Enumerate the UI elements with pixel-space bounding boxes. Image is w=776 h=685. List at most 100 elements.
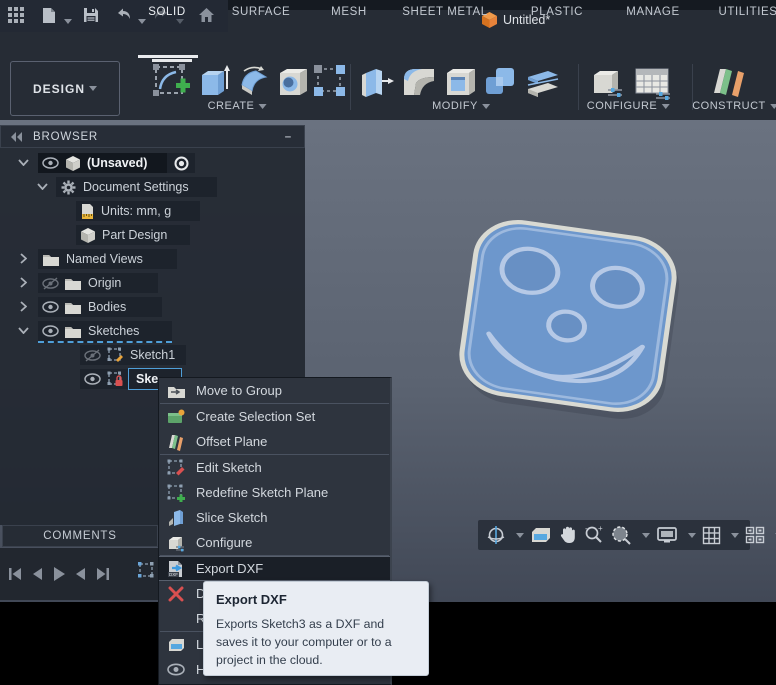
redefine-sketch-plane-icon [166,483,186,503]
look-at-screen-icon [166,635,186,655]
activate-component-radio[interactable] [167,153,195,173]
construct-plane-button[interactable] [708,63,748,101]
split-body-button[interactable] [522,63,562,101]
menu-item-export-dxf[interactable]: DXF Export DXF [159,556,390,581]
grid-settings-icon[interactable] [702,526,721,545]
menu-item-configure[interactable]: Configure [159,530,390,555]
tab-plastic[interactable]: PLASTIC [531,6,583,18]
bodies-label[interactable]: Bodies [81,300,133,314]
tree-row-part-design[interactable]: Part Design [0,224,305,248]
home-icon[interactable] [198,7,215,23]
file-menu-icon[interactable] [42,7,56,24]
tab-surface[interactable]: SURFACE [232,6,291,18]
create-sketch-button[interactable] [152,63,192,101]
configuration-table-button[interactable] [632,63,672,101]
construct-group-label[interactable]: CONSTRUCT [692,100,776,112]
fillet-button[interactable] [400,63,440,101]
visibility-off-eye-icon[interactable] [42,276,59,290]
fusion-window: Untitled* SOLID SURFACE MESH SHEET METAL… [0,0,776,685]
look-at-icon[interactable] [530,526,552,544]
named-views-label[interactable]: Named Views [59,252,150,266]
tree-row-sketches[interactable]: Sketches [0,320,305,344]
step-forward-icon[interactable] [75,567,87,581]
shell-button[interactable] [442,63,480,101]
tree-row-units[interactable]: Units: mm, g [0,200,305,224]
tab-utilities[interactable]: UTILITIES [718,6,776,18]
configure-group-label[interactable]: CONFIGURE [587,100,670,112]
timeline-sketch-feature-icon[interactable] [136,560,156,582]
press-pull-button[interactable] [358,63,396,101]
zoom-icon[interactable]: + - [584,525,604,545]
tab-manage[interactable]: MANAGE [626,6,679,18]
visibility-eye-icon[interactable] [84,373,101,385]
visibility-eye-icon[interactable] [42,301,59,313]
sketch1-label[interactable]: Sketch1 [123,348,182,362]
units-label[interactable]: Units: mm, g [94,204,178,218]
tree-row-sketch1[interactable]: Sketch1 [0,344,305,368]
file-menu-caret[interactable] [60,13,72,31]
chevron-right-icon[interactable] [19,277,27,288]
orbit-caret[interactable] [516,532,524,538]
browser-minimize-button[interactable]: – [285,131,292,143]
menu-item-create-selection-set[interactable]: Create Selection Set [159,404,390,429]
chevron-right-icon[interactable] [19,301,27,312]
browser-collapse-icon[interactable] [11,131,23,142]
part-design-label[interactable]: Part Design [95,228,174,242]
sketches-label[interactable]: Sketches [81,324,146,338]
configure-button[interactable] [588,63,626,101]
menu-item-slice-sketch[interactable]: Slice Sketch [159,505,390,530]
menu-item-move-to-group[interactable]: Move to Group [159,378,390,403]
visibility-eye-icon[interactable] [42,325,59,337]
document-settings-label[interactable]: Document Settings [76,180,196,194]
undo-icon[interactable] [114,7,132,22]
tab-solid[interactable]: SOLID [148,6,186,18]
design-workspace-selector[interactable]: DESIGN [10,61,120,116]
revolve-button[interactable] [236,63,274,101]
create-group-label[interactable]: CREATE [208,100,267,112]
modify-group-label[interactable]: MODIFY [432,100,490,112]
tree-row-named-views[interactable]: Named Views [0,248,305,272]
model-smiley-sketch[interactable] [440,210,700,425]
undo-caret[interactable] [134,13,146,31]
skip-to-end-icon[interactable] [96,567,110,581]
tree-row-origin[interactable]: Origin [0,272,305,296]
zoom-window-icon[interactable] [610,525,632,545]
app-grid-menu-icon[interactable] [8,7,25,24]
tree-row-bodies[interactable]: Bodies [0,296,305,320]
viewports-icon[interactable] [745,526,765,544]
pattern-button[interactable] [312,63,348,101]
tab-sheet-metal[interactable]: SHEET METAL [402,6,487,18]
comments-panel-header[interactable]: COMMENTS [2,525,158,547]
save-icon[interactable] [83,7,99,23]
display-settings-icon[interactable] [656,526,678,544]
origin-label[interactable]: Origin [81,276,128,290]
zoom-window-caret[interactable] [642,532,650,538]
extrude-button[interactable] [196,63,234,101]
chevron-down-icon[interactable] [18,326,29,334]
sketch-icon [107,347,123,363]
chevron-right-icon[interactable] [19,253,27,264]
menu-item-offset-plane[interactable]: Offset Plane [159,429,390,454]
browser-title: BROWSER [33,130,99,143]
skip-to-start-icon[interactable] [8,567,22,581]
folder-icon [65,325,81,338]
root-component-label[interactable]: (Unsaved) [80,156,154,170]
grid-settings-caret[interactable] [731,532,739,538]
tree-row-root[interactable]: (Unsaved) [0,152,305,176]
visibility-eye-icon[interactable] [42,157,59,169]
chevron-down-icon[interactable] [18,158,29,166]
menu-item-edit-sketch[interactable]: Edit Sketch [159,455,390,480]
display-settings-caret[interactable] [688,532,696,538]
combine-button[interactable] [482,63,520,101]
hole-button[interactable] [276,63,312,101]
visibility-off-eye-icon[interactable] [84,348,101,362]
tab-mesh[interactable]: MESH [331,6,367,18]
play-icon[interactable] [52,566,66,582]
chevron-down-icon[interactable] [37,182,48,190]
menu-item-redefine-sketch-plane[interactable]: Redefine Sketch Plane [159,480,390,505]
orbit-icon[interactable] [486,525,506,545]
selection-set-icon [166,407,186,427]
pan-icon[interactable] [558,525,578,545]
step-back-icon[interactable] [31,567,43,581]
tree-row-document-settings[interactable]: Document Settings [0,176,305,200]
